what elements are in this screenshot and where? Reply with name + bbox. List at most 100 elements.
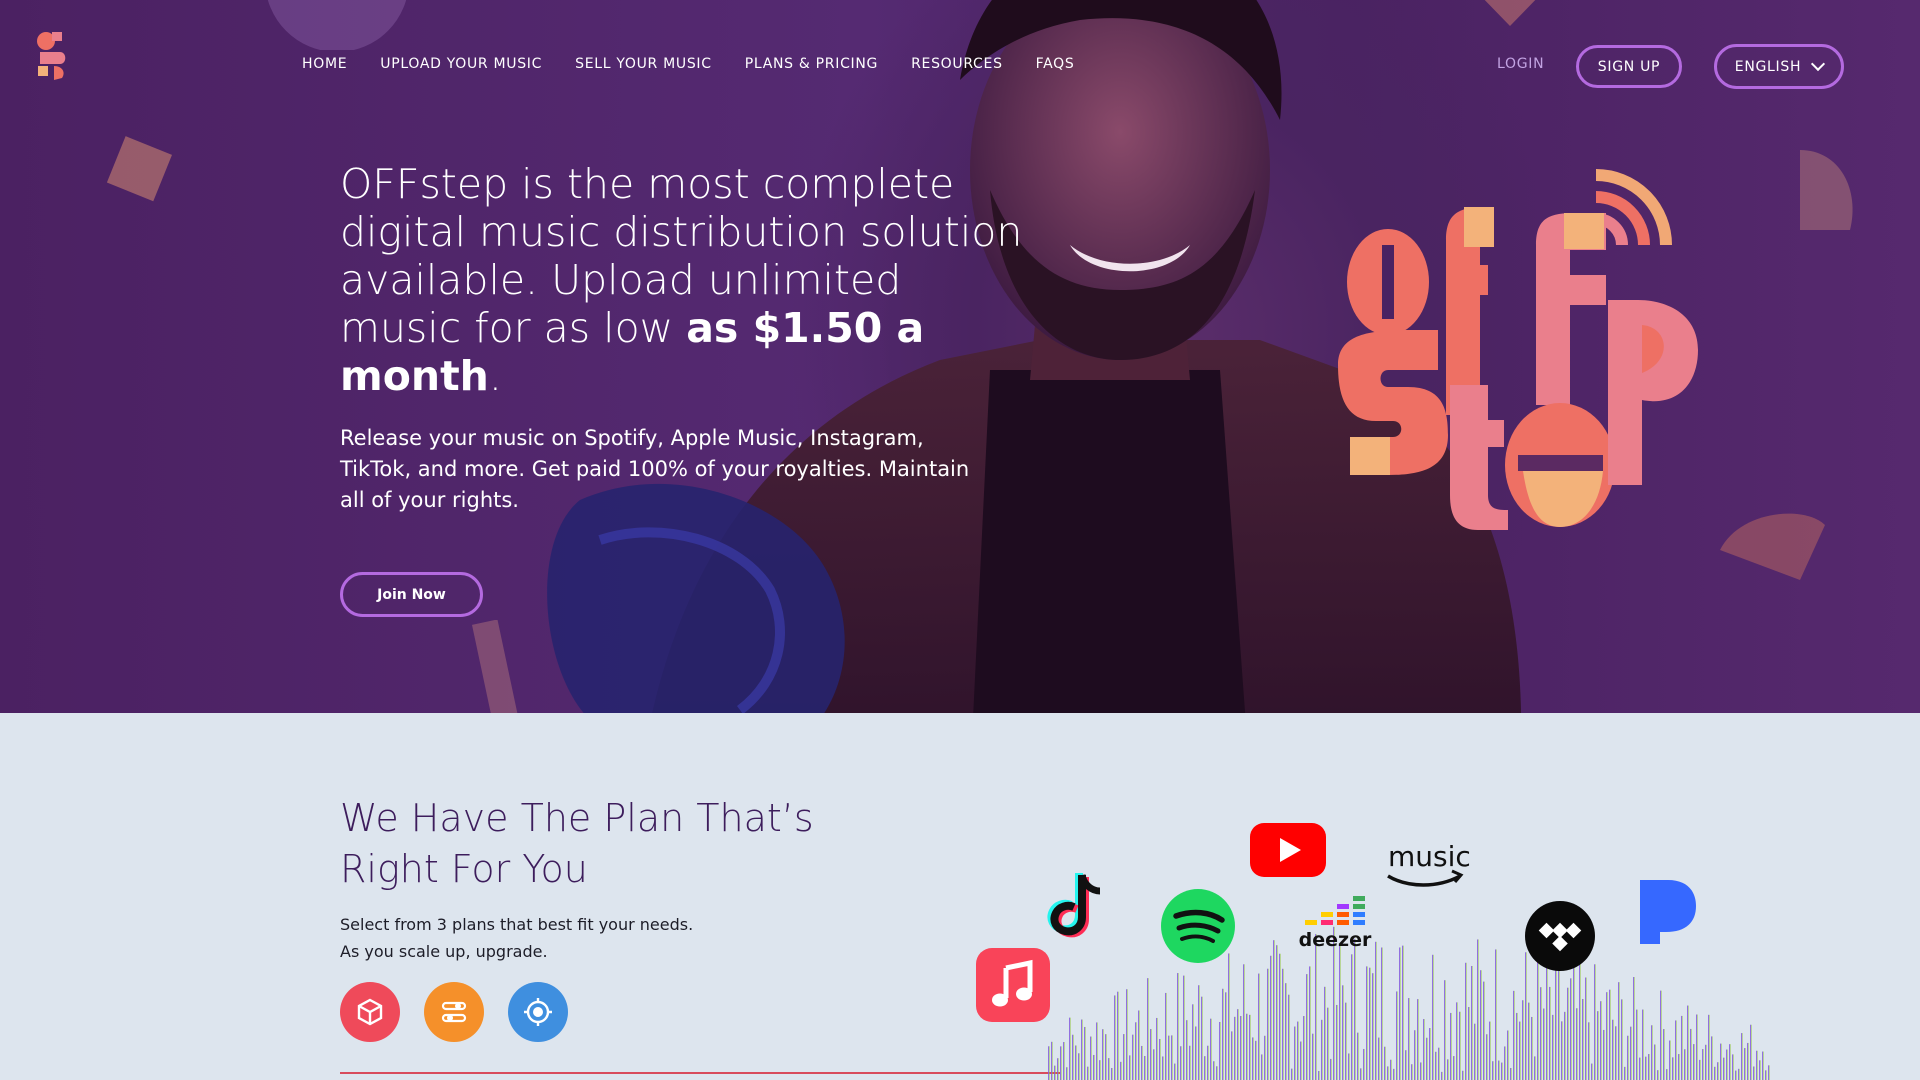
waveform-bar	[1111, 1067, 1113, 1080]
signup-button[interactable]: SIGN UP	[1576, 45, 1682, 88]
waveform-bar	[1123, 1034, 1125, 1080]
sliders-icon[interactable]	[424, 982, 484, 1042]
waveform-bar	[1213, 1061, 1215, 1080]
waveform-bar	[1540, 987, 1542, 1080]
language-select[interactable]: ENGLISH	[1714, 44, 1844, 89]
waveform-bar	[1264, 1035, 1266, 1080]
signup-button-label: SIGN UP	[1597, 58, 1661, 75]
nav-plans-pricing[interactable]: PLANS & PRICING	[745, 56, 878, 72]
waveform-bar	[1690, 1028, 1692, 1080]
decor-shape	[1800, 150, 1853, 230]
waveform-bar	[1744, 1048, 1746, 1080]
waveform-bar	[1228, 953, 1230, 1080]
waveform-bar	[1273, 940, 1275, 1080]
hero-headline: OFFstep is the most complete digital mus…	[340, 160, 1030, 400]
waveform-bar	[1666, 1069, 1668, 1080]
waveform-bar	[1729, 1044, 1731, 1080]
waveform-bar	[1651, 1025, 1653, 1080]
waveform-bar	[1654, 1044, 1656, 1080]
waveform-bar	[1702, 1049, 1704, 1080]
waveform-bar	[1084, 1026, 1086, 1080]
waveform-bar	[1099, 1060, 1101, 1080]
waveform-bar	[1591, 1063, 1593, 1080]
waveform-bar	[1522, 1000, 1524, 1080]
waveform-bar	[1231, 1031, 1233, 1080]
waveform-bar	[1714, 1066, 1716, 1080]
nav-faqs[interactable]: FAQS	[1036, 56, 1075, 72]
waveform-bar	[1177, 973, 1179, 1080]
waveform-bar	[1420, 1062, 1422, 1080]
waveform-bar	[1132, 1034, 1134, 1080]
cube-icon[interactable]	[340, 982, 400, 1042]
waveform-bar	[1537, 956, 1539, 1080]
waveform-bar	[1750, 1024, 1752, 1080]
waveform-bar	[1312, 1033, 1314, 1080]
waveform-bar	[1699, 1059, 1701, 1080]
waveform-bar	[1672, 1057, 1674, 1080]
waveform-bar	[1480, 970, 1482, 1080]
waveform-bar	[1159, 1038, 1161, 1080]
waveform-bar	[1303, 1016, 1305, 1080]
waveform-bar	[1243, 964, 1245, 1080]
waveform-bar	[1507, 1030, 1509, 1080]
waveform-bar	[1570, 978, 1572, 1080]
waveform-bar	[1216, 1066, 1218, 1080]
waveform-bar	[1096, 1022, 1098, 1080]
waveform-bar	[1300, 1041, 1302, 1080]
waveform-bar	[1369, 967, 1371, 1080]
waveform-bar	[1165, 992, 1167, 1080]
waveform-bar	[1549, 986, 1551, 1080]
audio-waveform	[1048, 926, 1770, 1080]
waveform-bar	[1225, 992, 1227, 1080]
waveform-bar	[1063, 1042, 1065, 1080]
waveform-bar	[1342, 985, 1344, 1080]
join-now-button[interactable]: Join Now	[340, 572, 483, 617]
waveform-bar	[1252, 1037, 1254, 1080]
decor-shape	[106, 136, 172, 202]
waveform-bar	[1174, 1063, 1176, 1080]
waveform-bar	[1531, 1016, 1533, 1080]
waveform-bar	[1204, 1056, 1206, 1080]
waveform-bar	[1720, 1043, 1722, 1080]
nav-home[interactable]: HOME	[302, 56, 347, 72]
waveform-bar	[1279, 953, 1281, 1080]
waveform-bar	[1588, 1022, 1590, 1080]
waveform-bar	[1249, 1014, 1251, 1080]
waveform-bar	[1753, 1066, 1755, 1080]
waveform-bar	[1564, 1011, 1566, 1080]
waveform-bar	[1633, 977, 1635, 1080]
waveform-bar	[1642, 1009, 1644, 1080]
login-link[interactable]: LOGIN	[1497, 56, 1544, 72]
waveform-bar	[1198, 985, 1200, 1080]
waveform-bar	[1327, 1007, 1329, 1080]
waveform-bar	[1459, 1011, 1461, 1080]
decor-shape	[471, 620, 519, 713]
decor-shape	[1720, 513, 1825, 580]
nav-upload-your-music[interactable]: UPLOAD YOUR MUSIC	[380, 56, 542, 72]
waveform-bar	[1585, 977, 1587, 1080]
target-icon[interactable]	[508, 982, 568, 1042]
waveform-bar	[1696, 1014, 1698, 1080]
waveform-bar	[1384, 1046, 1386, 1080]
waveform-bar	[1153, 1049, 1155, 1080]
waveform-bar	[1150, 1029, 1152, 1080]
waveform-bar	[1078, 1053, 1080, 1080]
waveform-bar	[1402, 945, 1404, 1080]
waveform-bar	[1726, 1049, 1728, 1080]
offstep-logo[interactable]	[36, 30, 72, 82]
waveform-bar	[1201, 996, 1203, 1080]
waveform-bar	[1711, 1036, 1713, 1080]
waveform-bar	[1378, 1037, 1380, 1080]
waveform-bar	[1285, 983, 1287, 1080]
waveform-bar	[1237, 1009, 1239, 1080]
waveform-bar	[1081, 1019, 1083, 1080]
waveform-bar	[1105, 1034, 1107, 1080]
waveform-bar	[1147, 978, 1149, 1080]
waveform-bar	[1324, 986, 1326, 1080]
waveform-bar	[1447, 1059, 1449, 1080]
waveform-bar	[1381, 947, 1383, 1080]
waveform-bar	[1360, 1068, 1362, 1080]
nav-resources[interactable]: RESOURCES	[911, 56, 1003, 72]
nav-sell-your-music[interactable]: SELL YOUR MUSIC	[575, 56, 712, 72]
waveform-bar	[1741, 1033, 1743, 1080]
